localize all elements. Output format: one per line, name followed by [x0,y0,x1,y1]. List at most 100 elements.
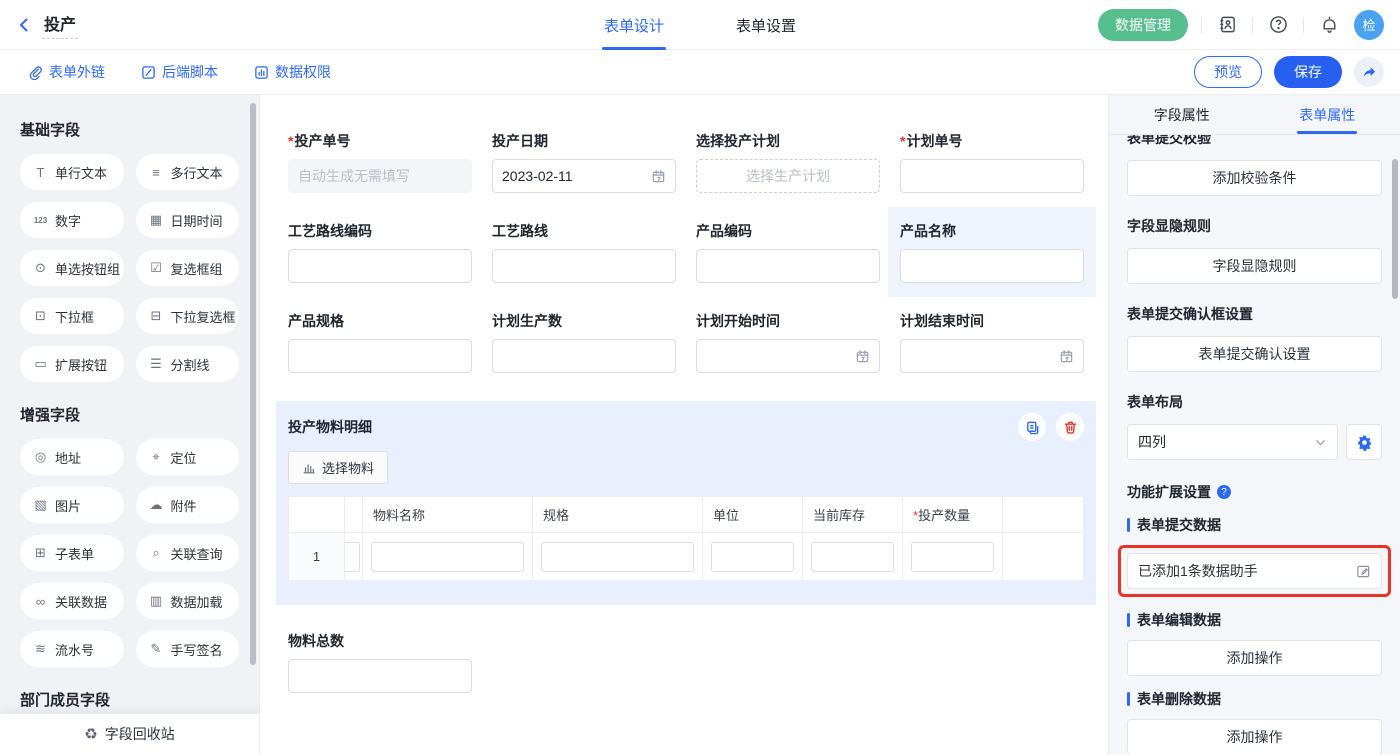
form-field[interactable]: *投产单号自动生成无需填写 [288,131,472,193]
field-palette-item[interactable]: ⊞子表单 [20,535,124,571]
field-palette-item[interactable]: ≋流水号 [20,631,124,667]
panel-action-button[interactable]: 添加校验条件 [1127,160,1382,196]
field-palette-label: 数字 [55,211,81,230]
field-input[interactable] [696,249,880,283]
total-count-input[interactable] [288,659,472,693]
address-book-icon[interactable] [1215,13,1239,37]
add-operation-button[interactable]: 添加操作 [1127,719,1382,754]
delete-button[interactable] [1056,413,1084,441]
tab-field-properties[interactable]: 字段属性 [1109,95,1255,134]
data-assistant-entry[interactable]: 已添加1条数据助手 [1127,553,1382,589]
form-field[interactable]: 产品名称 [888,207,1096,297]
field-input[interactable] [288,249,472,283]
field-palette-item[interactable]: ▧图片 [20,487,124,523]
field-palette-item[interactable]: ▥数据加载 [136,583,240,619]
field-palette-item[interactable]: 123数字 [20,202,124,238]
field-palette-label: 关联查询 [171,544,223,563]
form-field[interactable]: 工艺路线编码 [288,221,472,283]
preview-button[interactable]: 预览 [1194,56,1262,88]
field-palette-label: 定位 [171,448,197,467]
column-header: 单位 [703,497,803,533]
field-input[interactable]: 自动生成无需填写 [288,159,472,193]
form-field[interactable]: 选择投产计划选择生产计划 [696,131,880,193]
page-title[interactable]: 投产 [42,11,78,39]
save-button[interactable]: 保存 [1274,56,1342,88]
chevron-down-icon [1314,436,1327,449]
select-material-button[interactable]: 选择物料 [288,451,388,484]
datetime-icon: ▦ [149,212,164,228]
calendar-icon [855,349,870,364]
field-input[interactable] [696,339,880,373]
subform-block[interactable]: 投产物料明细 选择物料 物料名称规格单 [276,401,1096,605]
form-field[interactable]: 投产日期2023-02-11 [492,131,676,193]
layout-select[interactable]: 四列 [1127,424,1338,460]
header-tabs: 表单设计 表单设置 [604,0,796,50]
backend-script-link[interactable]: 后端脚本 [141,62,218,82]
field-palette-label: 分割线 [171,355,210,374]
sidebar-scrollbar[interactable] [250,103,256,665]
data-assistant-text: 已添加1条数据助手 [1138,561,1258,581]
help-icon[interactable] [1266,13,1290,37]
form-field[interactable]: 产品规格 [288,311,472,373]
tab-form-properties[interactable]: 表单属性 [1255,95,1400,134]
field-palette-item[interactable]: ⌖定位 [136,439,240,475]
field-input[interactable] [492,339,676,373]
field-palette-item[interactable]: ✎手写签名 [136,631,240,667]
field-recycle-bin[interactable]: ♻ 字段回收站 [0,714,259,754]
tab-form-settings[interactable]: 表单设置 [736,0,796,50]
avatar[interactable]: 检 [1354,10,1384,40]
field-input[interactable] [900,249,1084,283]
field-input[interactable] [492,249,676,283]
panel-scrollbar[interactable] [1392,159,1398,299]
form-field[interactable]: *计划单号 [900,131,1084,193]
field-palette-item[interactable]: ⌕关联查询 [136,535,240,571]
field-label: 计划生产数 [492,311,676,331]
form-field[interactable]: 计划结束时间 [900,311,1084,373]
field-palette-item[interactable]: ≡多行文本 [136,154,240,190]
cell-input[interactable] [541,542,694,572]
form-field[interactable]: 计划开始时间 [696,311,880,373]
field-input[interactable] [900,339,1084,373]
form-field[interactable]: 产品编码 [696,221,880,283]
panel-action-button[interactable]: 表单提交确认设置 [1127,336,1382,372]
bell-icon[interactable] [1317,13,1341,37]
form-external-link[interactable]: 表单外链 [28,62,105,82]
cell-input[interactable] [811,542,894,572]
form-field[interactable]: 工艺路线 [492,221,676,283]
clipped-cell-input[interactable] [345,542,360,572]
cell-input[interactable] [911,542,994,572]
field-palette-item[interactable]: ☰分割线 [136,346,240,382]
serial-number-icon: ≋ [33,641,48,657]
field-palette-item[interactable]: T单行文本 [20,154,124,190]
field-palette-item[interactable]: ☁附件 [136,487,240,523]
field-palette-item[interactable]: ▦日期时间 [136,202,240,238]
question-icon[interactable]: ? [1217,485,1231,499]
field-palette-item[interactable]: ☑复选框组 [136,250,240,286]
share-button[interactable] [1354,57,1384,87]
field-palette-item[interactable]: ◎地址 [20,439,124,475]
field-input[interactable]: 选择生产计划 [696,159,880,193]
field-palette-item[interactable]: ⊙单选按钮组 [20,250,124,286]
data-permission-link[interactable]: 数据权限 [254,62,331,82]
data-manage-button[interactable]: 数据管理 [1098,9,1188,41]
panel-action-button[interactable]: 字段显隐规则 [1127,248,1382,284]
field-input[interactable]: 2023-02-11 [492,159,676,193]
address-icon: ◎ [33,449,48,465]
field-palette-item[interactable]: ⊟下拉复选框 [136,298,240,334]
layout-settings-button[interactable] [1346,424,1382,460]
form-field[interactable]: 计划生产数 [492,311,676,373]
back-button[interactable] [16,17,32,33]
field-palette-label: 多行文本 [171,163,223,182]
tab-form-design[interactable]: 表单设计 [604,0,664,50]
field-sidebar: 基础字段T单行文本≡多行文本123数字▦日期时间⊙单选按钮组☑复选框组⊡下拉框⊟… [0,95,260,754]
copy-button[interactable] [1018,413,1046,441]
cell-input[interactable] [371,542,524,572]
add-operation-button[interactable]: 添加操作 [1127,640,1382,676]
field-palette-item[interactable]: ⊡下拉框 [20,298,124,334]
field-input[interactable] [288,339,472,373]
field-palette-item[interactable]: ▭扩展按钮 [20,346,124,382]
cell-input[interactable] [711,542,794,572]
field-palette-label: 手写签名 [171,640,223,659]
field-input[interactable] [900,159,1084,193]
field-palette-item[interactable]: ∞关联数据 [20,583,124,619]
